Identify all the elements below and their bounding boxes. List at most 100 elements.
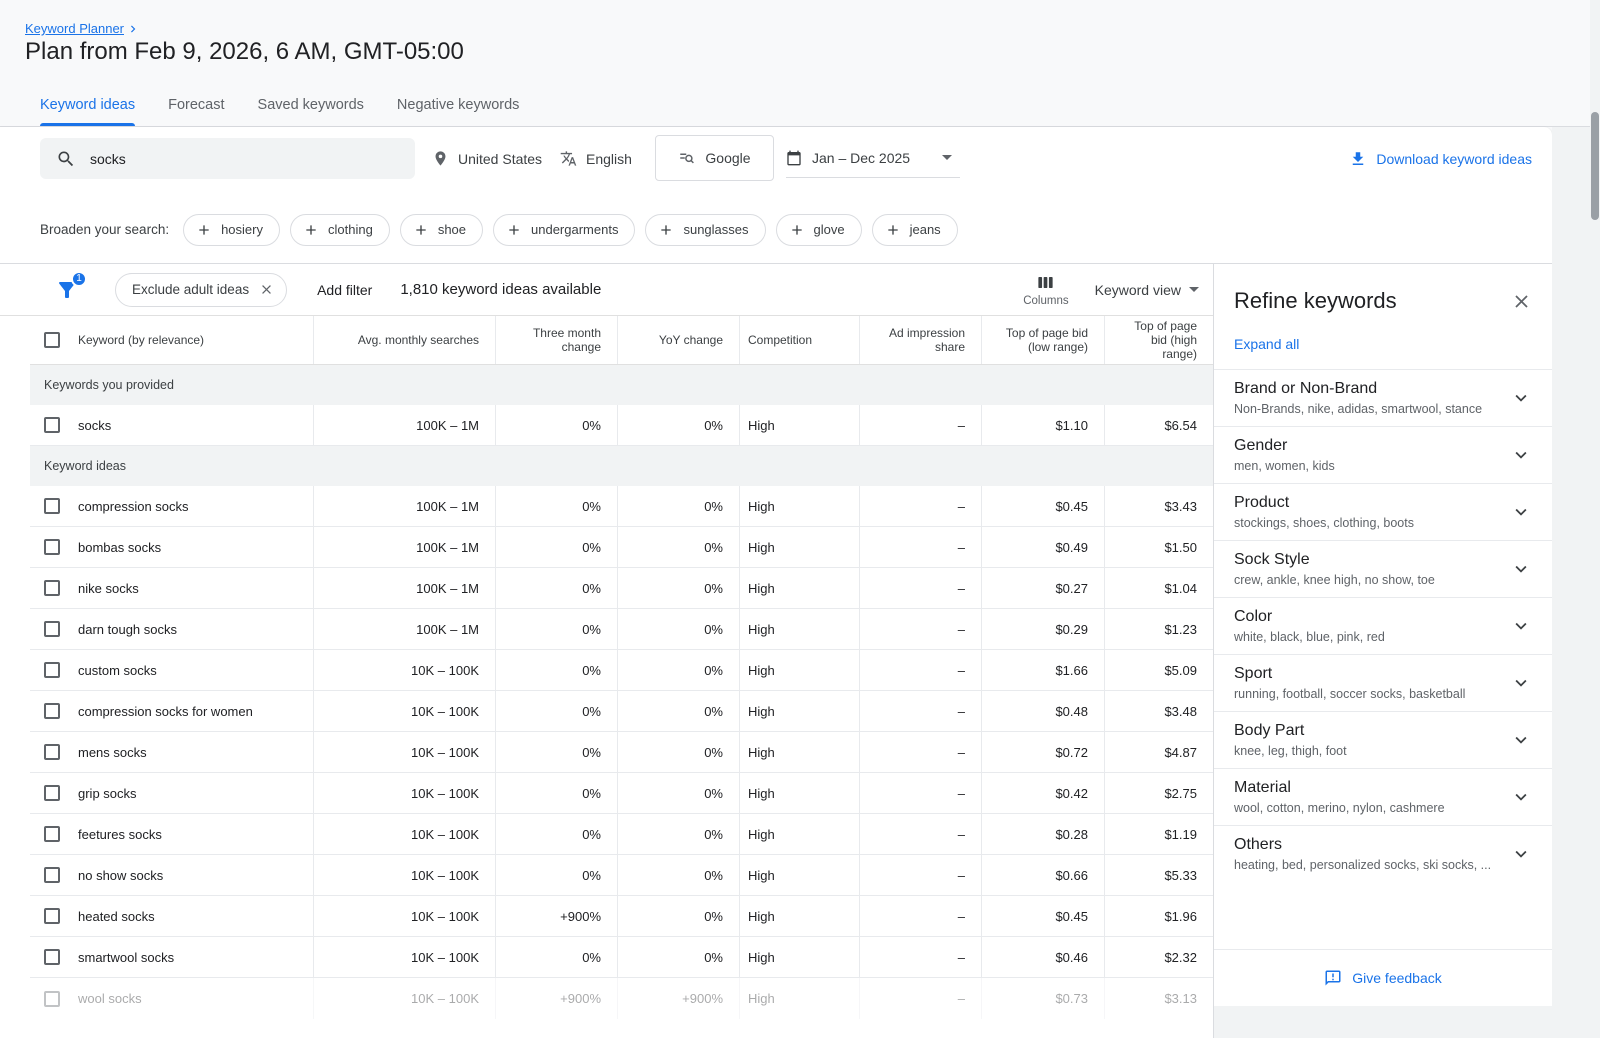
yoy-change-cell: 0%	[617, 405, 739, 445]
broaden-chip[interactable]: shoe	[400, 214, 483, 246]
select-all-checkbox[interactable]	[44, 332, 60, 348]
column-header-three-month-change[interactable]: Three month change	[495, 316, 617, 364]
column-header-top-of-page-bid-high[interactable]: Top of page bid (high range)	[1104, 316, 1213, 364]
tab-forecast[interactable]: Forecast	[168, 84, 224, 126]
row-checkbox[interactable]	[44, 417, 60, 433]
chevron-right-icon	[126, 22, 140, 36]
close-icon[interactable]	[259, 282, 274, 297]
filter-button[interactable]: 1	[55, 278, 79, 302]
table-row: compression socks 100K – 1M 0% 0% High –…	[30, 486, 1213, 527]
language-selector[interactable]: English	[560, 138, 632, 179]
tab-saved-keywords[interactable]: Saved keywords	[258, 84, 364, 126]
chevron-down-icon	[1510, 387, 1532, 409]
broaden-chip[interactable]: clothing	[290, 214, 390, 246]
refine-section-brand-or-non-brand[interactable]: Brand or Non-Brand Non-Brands, nike, adi…	[1214, 369, 1552, 426]
yoy-change-cell: 0%	[617, 896, 739, 936]
row-checkbox[interactable]	[44, 991, 60, 1007]
yoy-change-cell: 0%	[617, 732, 739, 772]
location-selector[interactable]: United States	[432, 138, 542, 179]
chevron-down-icon	[1189, 287, 1199, 292]
row-checkbox[interactable]	[44, 703, 60, 719]
give-feedback-button[interactable]: Give feedback	[1214, 949, 1552, 1006]
chevron-down-icon	[1510, 786, 1532, 808]
refine-section-sock-style[interactable]: Sock Style crew, ankle, knee high, no sh…	[1214, 540, 1552, 597]
exclude-adult-ideas-chip[interactable]: Exclude adult ideas	[115, 273, 287, 307]
ad-impression-share-cell: –	[859, 486, 981, 526]
column-header-ad-impression-share[interactable]: Ad impression share	[859, 316, 981, 364]
plus-icon	[196, 222, 212, 238]
date-range-selector[interactable]: Jan – Dec 2025	[786, 138, 960, 178]
row-checkbox[interactable]	[44, 949, 60, 965]
broaden-chip[interactable]: undergarments	[493, 214, 635, 246]
refine-section-title: Brand or Non-Brand	[1234, 380, 1482, 398]
keyword-search-box[interactable]	[40, 138, 415, 179]
broaden-chip[interactable]: hosiery	[183, 214, 280, 246]
refine-section-material[interactable]: Material wool, cotton, merino, nylon, ca…	[1214, 768, 1552, 825]
column-header-competition[interactable]: Competition	[739, 316, 859, 364]
table-row: heated socks 10K – 100K +900% 0% High – …	[30, 896, 1213, 937]
avg-monthly-searches-cell: 100K – 1M	[313, 609, 495, 649]
avg-monthly-searches-cell: 10K – 100K	[313, 937, 495, 977]
refine-section-gender[interactable]: Gender men, women, kids	[1214, 426, 1552, 483]
column-header-top-of-page-bid-low[interactable]: Top of page bid (low range)	[981, 316, 1104, 364]
avg-monthly-searches-cell: 10K – 100K	[313, 896, 495, 936]
column-header-keyword[interactable]: Keyword (by relevance)	[30, 316, 313, 364]
tab-keyword-ideas[interactable]: Keyword ideas	[40, 84, 135, 126]
keyword-cell: darn tough socks	[78, 622, 177, 637]
row-checkbox[interactable]	[44, 539, 60, 555]
chevron-down-icon	[1510, 558, 1532, 580]
keyword-table: Keyword (by relevance) Avg. monthly sear…	[30, 316, 1213, 1019]
row-checkbox[interactable]	[44, 580, 60, 596]
broaden-chip[interactable]: glove	[776, 214, 862, 246]
add-filter-button[interactable]: Add filter	[317, 282, 372, 298]
search-input[interactable]	[90, 151, 399, 167]
broaden-chip[interactable]: jeans	[872, 214, 958, 246]
row-checkbox[interactable]	[44, 826, 60, 842]
columns-button[interactable]: Columns	[1023, 273, 1068, 307]
expand-all-link[interactable]: Expand all	[1234, 336, 1532, 352]
row-checkbox[interactable]	[44, 908, 60, 924]
column-header-yoy-change[interactable]: YoY change	[617, 316, 739, 364]
three-month-change-cell: 0%	[495, 937, 617, 977]
refine-section-sport[interactable]: Sport running, football, soccer socks, b…	[1214, 654, 1552, 711]
three-month-change-cell: +900%	[495, 896, 617, 936]
three-month-change-cell: 0%	[495, 609, 617, 649]
chevron-down-icon	[942, 155, 952, 160]
row-checkbox[interactable]	[44, 498, 60, 514]
three-month-change-cell: 0%	[495, 486, 617, 526]
close-icon[interactable]	[1511, 291, 1532, 312]
network-selector[interactable]: Google	[655, 135, 774, 181]
row-checkbox[interactable]	[44, 621, 60, 637]
bid-low-cell: $0.73	[981, 978, 1104, 1019]
bid-high-cell: $2.75	[1104, 773, 1213, 813]
keyword-cell: wool socks	[78, 991, 142, 1006]
page-scrollbar[interactable]	[1590, 0, 1600, 1038]
scrollbar-thumb[interactable]	[1591, 112, 1599, 220]
download-keyword-ideas-button[interactable]: Download keyword ideas	[1349, 138, 1532, 179]
refine-section-product[interactable]: Product stockings, shoes, clothing, boot…	[1214, 483, 1552, 540]
broaden-chip[interactable]: sunglasses	[645, 214, 765, 246]
refine-section-body-part[interactable]: Body Part knee, leg, thigh, foot	[1214, 711, 1552, 768]
refine-section-subtitle: running, football, soccer socks, basketb…	[1234, 687, 1465, 701]
avg-monthly-searches-cell: 10K – 100K	[313, 978, 495, 1019]
yoy-change-cell: 0%	[617, 937, 739, 977]
keyword-view-selector[interactable]: Keyword view	[1095, 282, 1199, 298]
row-checkbox[interactable]	[44, 662, 60, 678]
three-month-change-cell: 0%	[495, 650, 617, 690]
chevron-down-icon	[1510, 444, 1532, 466]
refine-section-color[interactable]: Color white, black, blue, pink, red	[1214, 597, 1552, 654]
refine-section-others[interactable]: Others heating, bed, personalized socks,…	[1214, 825, 1552, 882]
column-header-avg-monthly-searches[interactable]: Avg. monthly searches	[313, 316, 495, 364]
table-row: socks 100K – 1M 0% 0% High – $1.10 $6.54	[30, 405, 1213, 446]
row-checkbox[interactable]	[44, 867, 60, 883]
tab-negative-keywords[interactable]: Negative keywords	[397, 84, 520, 126]
avg-monthly-searches-cell: 100K – 1M	[313, 527, 495, 567]
row-checkbox[interactable]	[44, 744, 60, 760]
row-checkbox[interactable]	[44, 785, 60, 801]
breadcrumb-link-keyword-planner[interactable]: Keyword Planner	[25, 21, 124, 36]
competition-cell: High	[739, 732, 859, 772]
filter-chip-label: Exclude adult ideas	[132, 282, 249, 297]
bid-low-cell: $1.66	[981, 650, 1104, 690]
refine-section-title: Sport	[1234, 665, 1465, 683]
refine-section-subtitle: knee, leg, thigh, foot	[1234, 744, 1347, 758]
